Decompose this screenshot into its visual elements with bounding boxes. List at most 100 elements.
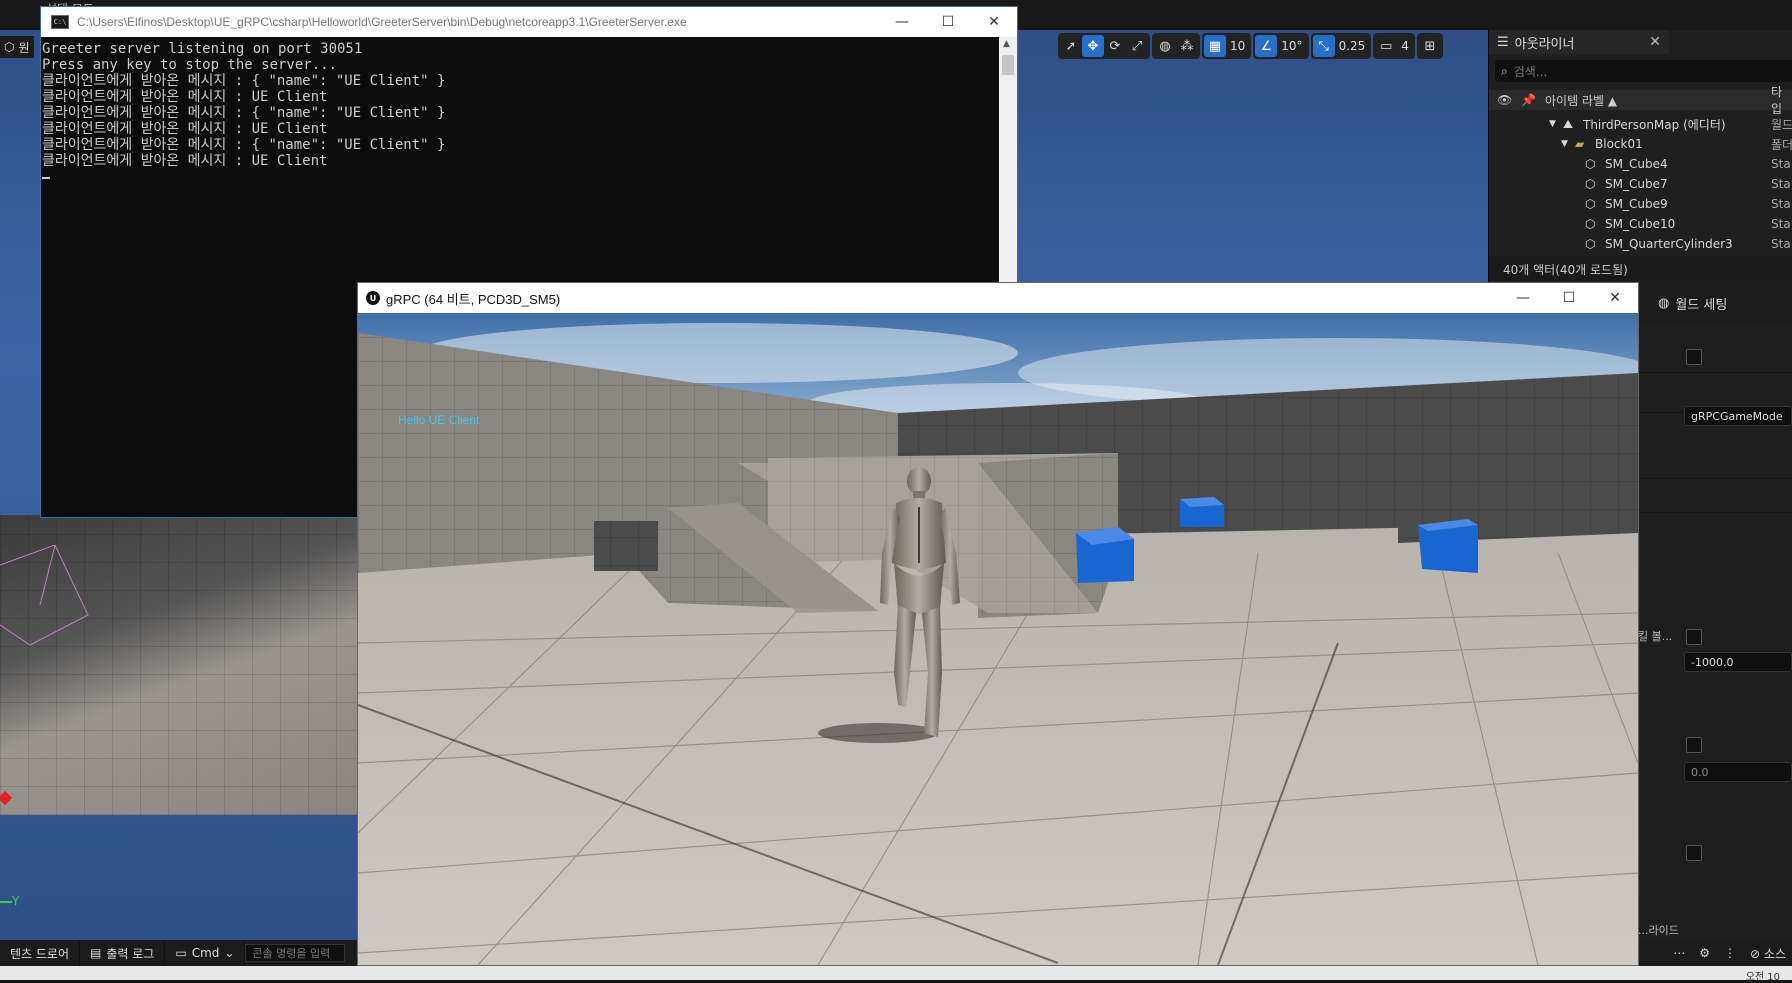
cmd-icon: C:\ — [51, 15, 69, 29]
angle-snap-icon[interactable]: ∠ — [1255, 35, 1278, 57]
outliner-item-type: 월드 — [1771, 117, 1792, 132]
maximize-icon[interactable]: ☐ — [925, 7, 971, 37]
chevron-down-icon: ⌄ — [224, 946, 235, 960]
outliner-row-actor[interactable]: ⬡ SM_Cube10 Sta — [1489, 214, 1792, 234]
more-icon[interactable]: ⋯ — [1673, 946, 1685, 960]
cmd-dropdown[interactable]: ▭ Cmd ⌄ — [165, 940, 246, 966]
source-control-label: 소스 — [1763, 946, 1786, 961]
outliner-row-actor[interactable]: ⬡ SM_Cube4 Sta — [1489, 154, 1792, 174]
world-settings-label: 월드 세팅 — [1675, 297, 1728, 313]
grid-snap-value[interactable]: 10 — [1226, 39, 1249, 53]
scale-tool-icon[interactable]: ⤢ — [1126, 35, 1148, 57]
window-controls: — ☐ ✕ — [879, 7, 1017, 37]
select-tool-icon[interactable]: ➚ — [1060, 35, 1082, 57]
world-settings-tab[interactable]: ◍ 월드 세팅 — [1638, 282, 1792, 324]
console-command-input[interactable]: 콘솔 명령을 입력 — [245, 944, 346, 962]
taskbar-clock: 오전 10 — [1745, 972, 1780, 983]
static-mesh-icon: ⬡ — [1585, 177, 1596, 191]
game-titlebar[interactable]: U gRPC (64 비트, PCD3D_SM5) — ☐ ✕ — [358, 283, 1638, 313]
game-window[interactable]: U gRPC (64 비트, PCD3D_SM5) — ☐ ✕ Hello UE… — [357, 282, 1639, 966]
source-control-button[interactable]: ⊘ 소스 — [1750, 945, 1786, 962]
console-line: Press any key to stop the server... — [42, 57, 338, 73]
close-icon[interactable]: ✕ — [1592, 283, 1638, 313]
derived-data-icon[interactable]: ⚙ — [1699, 946, 1710, 960]
map-icon: ⛰ — [1563, 116, 1574, 131]
static-mesh-icon: ⬡ — [1585, 237, 1596, 251]
world-space-icon[interactable]: ◍ — [1154, 35, 1176, 57]
details-checkbox[interactable] — [1686, 845, 1702, 861]
outliner-tab[interactable]: ☰ 아웃라이너 ✕ — [1489, 30, 1669, 54]
camera-speed-group[interactable]: ▭ 4 — [1373, 33, 1415, 59]
third-person-scene — [358, 313, 1638, 965]
outliner-item-label: SM_QuarterCylinder3 — [1605, 237, 1733, 251]
outliner-item-label: SM_Cube7 — [1605, 177, 1668, 191]
coordinate-tools: ◍ ⁂ — [1152, 33, 1200, 59]
item-label-column[interactable]: 아이템 라벨 ▲ — [1545, 92, 1617, 109]
scale-snap-value[interactable]: 0.25 — [1335, 39, 1370, 53]
static-mesh-icon: ⬡ — [1585, 157, 1596, 171]
console-window-title: C:\Users\Elfinos\Desktop\UE_gRPC\csharp\… — [77, 15, 687, 29]
details-checkbox[interactable] — [1686, 349, 1702, 365]
details-checkbox[interactable] — [1686, 629, 1702, 645]
pin-icon[interactable]: 📌 — [1521, 93, 1536, 107]
outliner-item-label: SM_Cube4 — [1605, 157, 1668, 171]
camera-speed-value[interactable]: 4 — [1397, 39, 1413, 53]
outliner-row-map[interactable]: ▼ ⛰ ThirdPersonMap (에디터) 월드 — [1489, 114, 1792, 134]
angle-snap-value[interactable]: 10° — [1277, 39, 1306, 53]
grid-snap-group[interactable]: ▦ 10 — [1202, 33, 1252, 59]
outliner-actor-count: 40개 액터(40개 로드됨) — [1489, 256, 1792, 282]
outliner-row-actor[interactable]: ⬡ SM_Cube7 Sta — [1489, 174, 1792, 194]
outliner-item-type: 폴더 — [1771, 137, 1792, 152]
folder-icon: ▰ — [1575, 137, 1585, 151]
output-log-icon: ▤ — [90, 946, 102, 960]
outliner-row-actor[interactable]: ⬡ SM_Cube9 Sta — [1489, 194, 1792, 214]
scale-snap-group[interactable]: ⤡ 0.25 — [1310, 33, 1372, 59]
rotate-tool-icon[interactable]: ⟳ — [1104, 35, 1126, 57]
outliner-row-folder[interactable]: ▼ ▰ Block01 폴더 — [1489, 134, 1792, 154]
scrollbar-thumb[interactable] — [1002, 55, 1014, 75]
outliner-search-input[interactable]: ⌕ 검색... — [1495, 60, 1792, 82]
minimize-icon[interactable]: — — [1500, 283, 1546, 313]
expand-arrow-icon[interactable]: ▼ — [1561, 139, 1568, 149]
scale-snap-icon[interactable]: ⤡ — [1312, 35, 1335, 57]
close-icon[interactable]: ✕ — [1649, 34, 1661, 50]
zero-value-field[interactable]: 0.0 — [1684, 762, 1792, 782]
maximize-icon[interactable]: ☐ — [1546, 283, 1592, 313]
blue-cube — [1180, 497, 1224, 527]
details-row — [1638, 448, 1792, 479]
minimize-icon[interactable]: — — [879, 7, 925, 37]
console-line: 클라이언트에게 받아온 메시지 : { "name": "UE Client" … — [42, 137, 446, 153]
content-drawer-button[interactable]: 텐츠 드로어 — [0, 940, 81, 966]
viewport-wireframe-shape — [0, 545, 89, 646]
layout-group[interactable]: ⊞ — [1416, 33, 1443, 59]
outliner-column-header: 👁 📌 아이템 라벨 ▲ 타입 — [1489, 85, 1792, 116]
kill-z-field[interactable]: -1000.0 — [1684, 652, 1792, 672]
static-mesh-icon: ⬡ — [1585, 217, 1596, 231]
angle-snap-group[interactable]: ∠ 10° — [1253, 33, 1309, 59]
outliner-icon: ☰ — [1497, 34, 1509, 50]
content-drawer-label: 텐츠 드로어 — [10, 946, 70, 961]
console-titlebar[interactable]: C:\ C:\Users\Elfinos\Desktop\UE_gRPC\csh… — [41, 7, 1017, 37]
outliner-title: 아웃라이너 — [1514, 36, 1575, 52]
details-panel: ◍ 월드 세팅 gRPCGameMode 킬 볼... -1000.0 0.0 … — [1638, 282, 1792, 940]
translate-tool-icon[interactable]: ✥ — [1082, 35, 1104, 57]
settings-dots-icon[interactable]: ⋮ — [1724, 946, 1736, 960]
outliner-item-label: ThirdPersonMap (에디터) — [1583, 117, 1726, 132]
game-viewport[interactable]: Hello UE Client — [358, 313, 1638, 965]
grid-snap-icon[interactable]: ▦ — [1204, 35, 1226, 57]
game-mode-dropdown[interactable]: gRPCGameMode — [1684, 406, 1792, 426]
details-checkbox[interactable] — [1686, 737, 1702, 753]
output-log-button[interactable]: ▤ 출력 로그 — [80, 940, 166, 966]
close-icon[interactable]: ✕ — [971, 7, 1017, 37]
scroll-up-icon[interactable]: ▲ — [1003, 39, 1010, 49]
type-column[interactable]: 타입 — [1771, 83, 1792, 117]
transform-tools: ➚ ✥ ⟳ ⤢ — [1058, 33, 1150, 59]
visibility-eye-icon[interactable]: 👁 — [1497, 93, 1512, 107]
console-line: 클라이언트에게 받아온 메시지 : UE Client — [42, 89, 328, 105]
outliner-row-actor[interactable]: ⬡ SM_QuarterCylinder3 Sta — [1489, 234, 1792, 254]
viewport-mode-tab[interactable]: ⬡ 원 — [0, 36, 34, 58]
expand-arrow-icon[interactable]: ▼ — [1549, 119, 1556, 129]
viewport-layout-icon[interactable]: ⊞ — [1419, 35, 1441, 57]
camera-icon[interactable]: ▭ — [1375, 35, 1397, 57]
surface-snap-icon[interactable]: ⁂ — [1176, 35, 1198, 57]
